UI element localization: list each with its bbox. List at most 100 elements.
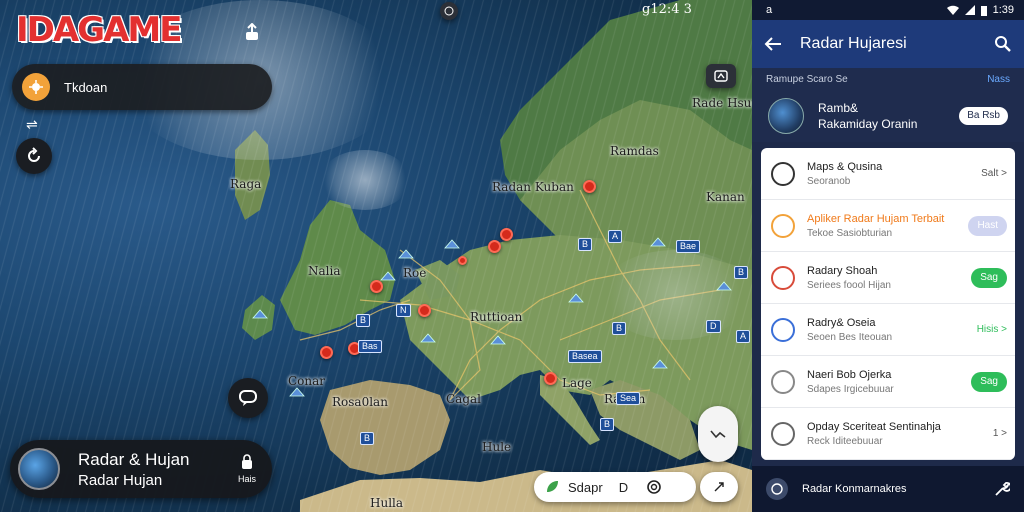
location-icon (22, 73, 50, 101)
search-suffix: D (618, 479, 629, 495)
wrench-icon[interactable] (994, 481, 1010, 497)
app-icon (771, 265, 795, 290)
app-bar-title: Radar Hujaresi (800, 35, 907, 52)
layers-button[interactable] (706, 64, 736, 88)
chat-button[interactable] (228, 378, 268, 418)
bottom-nav[interactable]: Radar Konmarnakres (752, 466, 1024, 512)
list-item-action[interactable]: Hisis > (977, 324, 1007, 335)
navigate-icon (710, 430, 726, 439)
locate-me-button[interactable] (698, 406, 738, 462)
road-badge: D (706, 320, 721, 333)
road-badge: B (600, 418, 615, 431)
list-item-action[interactable]: Hast (968, 215, 1007, 236)
profile-name: Ramb& (818, 101, 859, 115)
road-badge: Sea (616, 392, 641, 405)
map-label: Nalia (308, 264, 341, 278)
location-label: Tkdoan (64, 79, 108, 95)
list-item[interactable]: Opday Sceriteat Sentinahja Reck Iditeebuu… (761, 408, 1015, 460)
cloud-icon (716, 278, 732, 291)
cloud-icon (286, 384, 308, 397)
expand-icon (714, 482, 724, 492)
expand-button[interactable] (700, 472, 738, 502)
radar-map[interactable]: Rade Hsuuan Raga Ramdas Radan Kuban Kana… (0, 0, 752, 512)
map-label: Roe (403, 266, 427, 280)
road-badge: Bae (676, 240, 701, 253)
list-item-action[interactable]: Salt > (981, 168, 1007, 179)
status-left: a (766, 4, 773, 16)
list-item-subtitle: Tekoe Sasiobturian (807, 227, 893, 239)
profile-action-pill[interactable]: Ba Rsb (959, 107, 1008, 125)
map-label: Kanan (706, 190, 745, 204)
list-item[interactable]: Radry& Oseia Seoen Bes Iteouan Hisis > (761, 304, 1015, 356)
app-logo: IDAGAME (16, 10, 182, 50)
status-bar: a 1:39 (752, 0, 1024, 20)
app-list: Maps & Qusina Seoranob Salt > Apliker Radar… (761, 148, 1015, 460)
road-badge: A (608, 230, 623, 243)
location-selector[interactable]: Tkdoan (12, 64, 272, 110)
cloud-icon (420, 330, 436, 343)
map-label: Hulla (370, 496, 404, 510)
location-pin[interactable] (370, 280, 383, 293)
battery-icon (980, 5, 987, 16)
leaf-icon (547, 481, 558, 492)
location-pin[interactable] (544, 372, 557, 385)
share-button[interactable] (236, 16, 268, 48)
list-item[interactable]: Maps & Qusina Seoranob Salt > (761, 148, 1015, 200)
map-search-bar[interactable]: Sdapr D (534, 472, 696, 502)
cloud-icon (380, 268, 396, 281)
signal-icon (964, 5, 975, 15)
list-item-title: Maps & Qusina (807, 160, 883, 173)
map-label: Radan Kuban (492, 180, 574, 194)
layers-icon (714, 70, 728, 82)
app-root: Rade Hsuuan Raga Ramdas Radan Kuban Kana… (0, 0, 1024, 512)
app-icon (771, 317, 795, 342)
list-item[interactable]: Radary Shoah Seriees foool Hijan Sag (761, 252, 1015, 304)
list-item-action[interactable]: Sag (971, 371, 1007, 392)
search-icon[interactable] (994, 35, 1012, 53)
list-item-action[interactable]: Sag (971, 267, 1007, 288)
refresh-button[interactable] (16, 138, 52, 174)
map-label: Rade Hsuuan (692, 96, 752, 110)
road-badge: B (734, 266, 749, 279)
list-item-action[interactable]: 1 > (993, 428, 1007, 439)
sidebar-toggle-icon[interactable]: ⇌ (26, 116, 38, 133)
refresh-icon (28, 147, 40, 162)
cloud-icon (490, 332, 506, 345)
compass-icon (444, 6, 454, 16)
list-item[interactable]: Apliker Radar Hujam Terbait Tekoe Sasiobt… (761, 200, 1015, 252)
lock-icon (241, 454, 252, 469)
profile-row[interactable]: Ramb& Rakamiday Oranin Ba Rsb (752, 90, 1024, 142)
section-label: Ramupe Scaro Se (766, 73, 848, 85)
cloud-icon (252, 306, 268, 319)
wifi-icon (946, 5, 959, 15)
search-icon (647, 480, 661, 494)
profile-avatar (768, 98, 804, 134)
app-icon (771, 161, 795, 186)
list-item-title: Radry& Oseia (807, 316, 876, 329)
share-icon (246, 23, 258, 40)
back-arrow-icon[interactable] (764, 36, 782, 52)
current-app-card[interactable]: Radar & Hujan Radar Hujan Hais (10, 440, 272, 498)
location-pin[interactable] (458, 256, 467, 265)
road-badge: B (612, 322, 627, 335)
location-pin[interactable] (418, 304, 431, 317)
app-icon (771, 369, 795, 394)
cloud-icon (652, 356, 668, 369)
location-pin[interactable] (583, 180, 596, 193)
location-pin[interactable] (320, 346, 333, 359)
location-pin[interactable] (488, 240, 501, 253)
road-badge: N (396, 304, 411, 317)
list-item-subtitle: Seriees foool Hijan (807, 279, 891, 291)
section-link[interactable]: Nass (987, 74, 1010, 85)
list-item-title: Naeri Bob Ojerka (807, 368, 892, 381)
footer-label: Radar Konmarnakres (802, 483, 907, 495)
list-item[interactable]: Naeri Bob Ojerka Sdapes Irgicebuuar Sag (761, 356, 1015, 408)
map-status-text: g12:4 3 (642, 2, 692, 17)
location-pin[interactable] (500, 228, 513, 241)
list-item-title: Opday Sceriteat Sentinahja (807, 420, 941, 433)
road-badge: A (736, 330, 751, 343)
list-item-subtitle: Seoen Bes Iteouan (807, 331, 893, 343)
compass-button[interactable] (440, 2, 458, 20)
status-time: 1:39 (992, 4, 1014, 16)
profile-subtitle: Rakamiday Oranin (818, 117, 918, 131)
